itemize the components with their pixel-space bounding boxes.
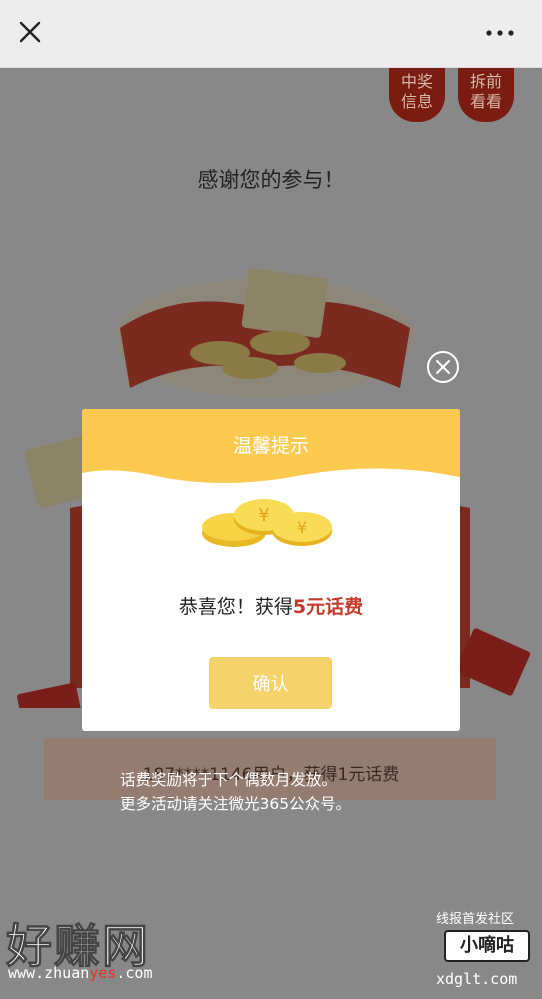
svg-text:¥: ¥ [258,505,269,526]
watermark-url-b: yes [89,964,117,982]
svg-text:¥: ¥ [297,518,307,537]
top-bar [0,0,542,68]
tab-preview-line2: 看看 [469,92,502,111]
congrats-message: 恭喜您！获得5元话费 [82,592,460,619]
tab-winner-info-line1: 中奖 [400,72,433,91]
close-icon[interactable] [18,20,42,44]
watermark-url-c: .com [116,964,153,982]
notice-line-2: 更多活动请关注微光365公众号。 [120,795,352,813]
tab-preview-line1: 拆前 [469,72,502,91]
watermark-right-badge: 小嘀咕 [444,930,530,962]
dialog-title: 温馨提示 [232,435,309,457]
watermark-right-url: xdglt.com [436,970,518,988]
congrats-prefix: 恭喜您！获得 [178,596,293,618]
prize-dialog: 温馨提示 ¥ ¥ 恭喜您！获得5元话费 确认 [82,409,460,731]
more-dots-icon[interactable] [486,30,514,36]
watermark-url-a: www.zhuan [8,964,90,982]
watermark-right-tagline: 线报首发社区 [436,912,515,927]
coins-illustration: ¥ ¥ [202,499,332,547]
notice-text: 话费奖励将于下个偶数月发放。 更多活动请关注微光365公众号。 [120,768,351,816]
notice-line-1: 话费奖励将于下个偶数月发放。 [120,771,338,789]
tab-preview[interactable]: 拆前 看看 [458,68,514,122]
prize-amount: 5元话费 [292,596,364,618]
circle-close-icon[interactable] [426,350,460,384]
watermark-left: 好赚网 www.zhuanyes.com [2,910,202,990]
confirm-button[interactable]: 确认 [209,657,332,709]
tab-winner-info-line2: 信息 [400,92,433,111]
watermark-left-url: www.zhuanyes.com [8,964,153,982]
thanks-text: 感谢您的参与！ [197,168,345,192]
tab-winner-info[interactable]: 中奖 信息 [389,68,445,122]
